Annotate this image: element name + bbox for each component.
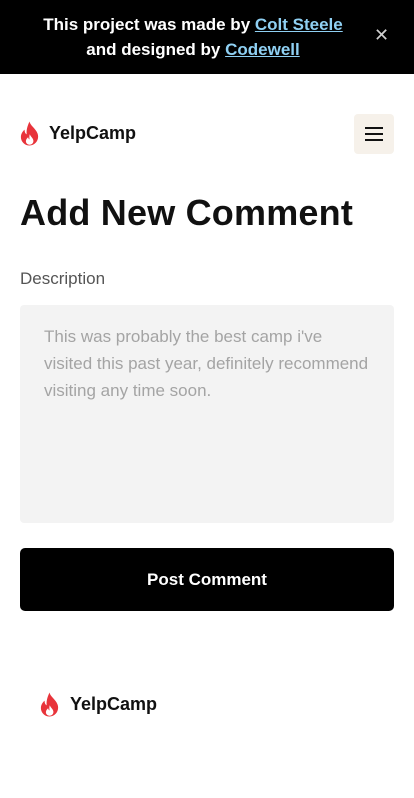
page-title: Add New Comment bbox=[20, 192, 354, 233]
banner-text-part-2: and designed by bbox=[86, 40, 226, 59]
hamburger-menu-icon bbox=[365, 127, 383, 129]
post-comment-button[interactable]: Post Comment bbox=[20, 548, 394, 611]
footer-logo[interactable]: YelpCamp bbox=[40, 691, 157, 717]
hamburger-menu-button[interactable] bbox=[354, 114, 394, 154]
codewell-link[interactable]: Codewell bbox=[225, 40, 300, 59]
flame-icon bbox=[20, 121, 39, 145]
description-label: Description bbox=[20, 269, 106, 288]
colt-steele-link[interactable]: Colt Steele bbox=[255, 15, 343, 34]
footer-logo-text: YelpCamp bbox=[70, 693, 158, 714]
navbar: YelpCamp bbox=[20, 114, 394, 154]
logo-text: YelpCamp bbox=[49, 122, 137, 143]
banner-text: This project was made by Colt Steele and… bbox=[28, 12, 358, 62]
banner-text-part-1: This project was made by bbox=[43, 15, 255, 34]
description-textarea[interactable] bbox=[20, 305, 394, 523]
header-logo[interactable]: YelpCamp bbox=[20, 120, 136, 146]
flame-icon bbox=[40, 692, 59, 716]
close-icon[interactable]: ✕ bbox=[374, 26, 389, 44]
attribution-banner: This project was made by Colt Steele and… bbox=[0, 0, 414, 74]
